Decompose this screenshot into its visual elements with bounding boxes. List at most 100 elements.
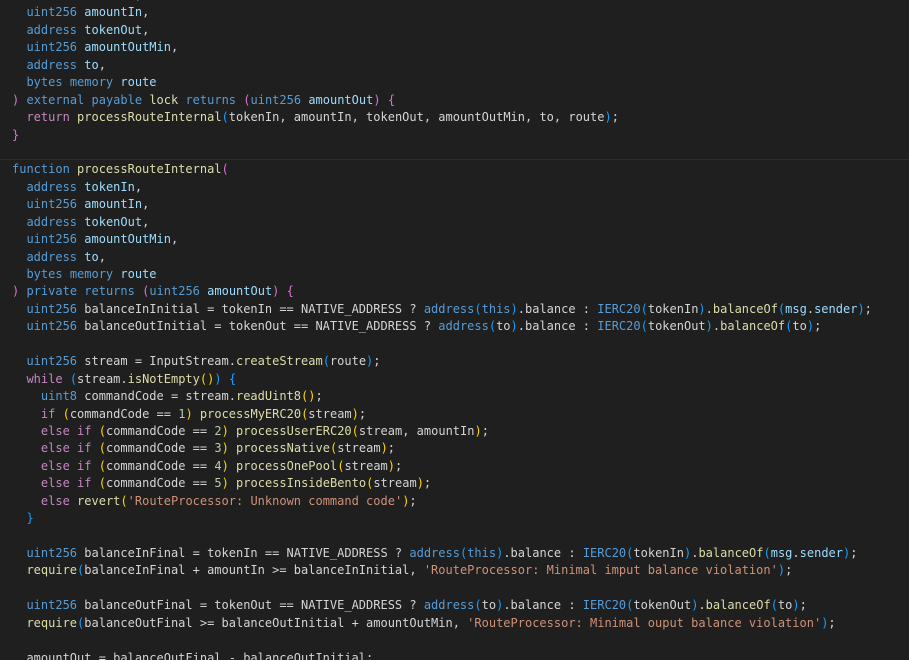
code-token: ; [850,546,858,560]
code-line[interactable]: uint256 stream = InputStream.createStrea… [12,353,872,370]
code-line[interactable]: return processRouteInternal(tokenIn, amo… [12,109,872,126]
code-token: ; [387,441,396,456]
code-line[interactable]: uint256 amountIn, [12,4,872,21]
code-line[interactable]: require(balanceOutFinal >= balanceOutIni… [12,615,872,632]
code-token: amountOutMin [84,232,171,247]
code-token: ; [423,476,432,491]
code-token: stream. [77,371,128,386]
code-line[interactable] [12,144,872,161]
code-line[interactable]: uint8 commandCode = stream.readUint8(); [12,388,872,405]
code-token: bytes [26,75,63,90]
code-line[interactable]: address to, [12,249,872,266]
code-token: createStream [235,354,323,369]
code-token: address [26,22,78,37]
code-token: else [40,458,70,473]
code-line[interactable]: uint256 amountOutMin, [12,39,872,56]
code-line[interactable]: if (commandCode == 1) processMyERC20(str… [12,406,872,423]
code-token: ( [98,476,106,491]
code-line[interactable]: else if (commandCode == 2) processUserER… [12,423,872,440]
code-token: commandCode == [105,423,215,438]
code-line[interactable]: else if (commandCode == 4) processOnePoo… [12,458,872,475]
code-line[interactable] [12,528,872,545]
code-line[interactable]: else if (commandCode == 5) processInside… [12,475,872,492]
code-token: address [438,319,489,334]
code-token: amountOutMin [84,40,171,55]
code-line[interactable]: uint256 balanceOutInitial = tokenOut == … [12,318,872,335]
code-editor[interactable]: address tokenIn, uint256 amountIn, addre… [0,0,909,660]
code-line[interactable]: address tokenOut, [12,214,872,231]
code-line[interactable]: while (stream.isNotEmpty()) { [12,371,872,388]
code-token: ( [322,354,330,369]
code-line[interactable]: address to, [12,57,872,74]
code-token: IERC20 [582,598,627,613]
code-line[interactable]: bytes memory route [12,74,872,91]
code-line[interactable]: } [12,127,872,144]
code-token: amountOut [308,92,374,107]
code-token: else [40,441,70,456]
code-token: , [142,5,150,20]
code-line[interactable]: uint256 balanceInInitial = tokenIn == NA… [12,301,871,318]
code-token: sender [814,301,858,316]
code-line[interactable]: uint256 amountOutMin, [12,231,872,248]
code-token: uint256 [26,354,78,369]
code-token: to [777,598,793,613]
code-token: uint256 [250,92,302,107]
code-token: stream [308,406,352,421]
code-line[interactable]: address tokenOut, [12,22,872,39]
code-token: commandCode == [105,441,215,456]
code-token: balanceOf [712,301,778,316]
code-token: { [286,284,294,299]
code-token: if [77,476,92,491]
code-token: ; [785,563,793,578]
code-token: ) [214,371,222,386]
code-line[interactable]: uint256 amountIn, [12,196,872,213]
code-token: balanceOutFinal = tokenOut == NATIVE_ADD… [77,598,424,613]
code-line[interactable] [12,632,872,649]
code-token: .balance : [503,546,583,560]
code-token: 'RouteProcessor: Unknown command code' [127,493,403,508]
code-line[interactable]: uint256 balanceInFinal = tokenIn == NATI… [12,545,872,562]
code-token: ( [221,162,229,177]
code-token: route [329,354,367,369]
code-line[interactable]: require(balanceInFinal + amountIn >= bal… [12,562,872,579]
code-token: .balance : [517,301,598,316]
code-line[interactable]: bytes memory route [12,266,872,283]
code-token: commandCode == [105,476,215,491]
code-token: uint256 [26,301,78,316]
code-line[interactable]: else if (commandCode == 3) processNative… [12,440,872,457]
code-line[interactable]: function processRouteInternal( [12,161,872,178]
code-token: uint8 [40,389,78,404]
code-token: balanceOutFinal >= balanceOutInitial + a… [84,615,468,630]
code-line[interactable]: else revert('RouteProcessor: Unknown com… [12,493,872,510]
code-token: balanceOutInitial = tokenOut == NATIVE_A… [77,319,439,334]
code-token: commandCode == [105,458,215,473]
code-line[interactable]: ) private returns (uint256 amountOut) { [12,283,872,300]
code-line[interactable]: amountOut = balanceOutFinal - balanceOut… [12,650,872,660]
code-line[interactable]: } [12,510,872,527]
code-token: if [40,406,56,421]
code-line[interactable] [12,580,872,597]
code-line[interactable]: ) external payable lock returns (uint256… [12,92,872,109]
code-token: . [792,546,800,560]
code-token: to [84,57,99,72]
code-line[interactable]: address tokenIn, [12,179,872,196]
code-token: { [228,371,237,386]
code-token: address [423,301,475,316]
code-line[interactable]: uint256 balanceOutFinal = tokenOut == NA… [12,597,872,614]
code-token: tokenOut [84,22,143,37]
code-token: tokenOut [633,598,692,613]
code-line[interactable] [12,336,872,353]
